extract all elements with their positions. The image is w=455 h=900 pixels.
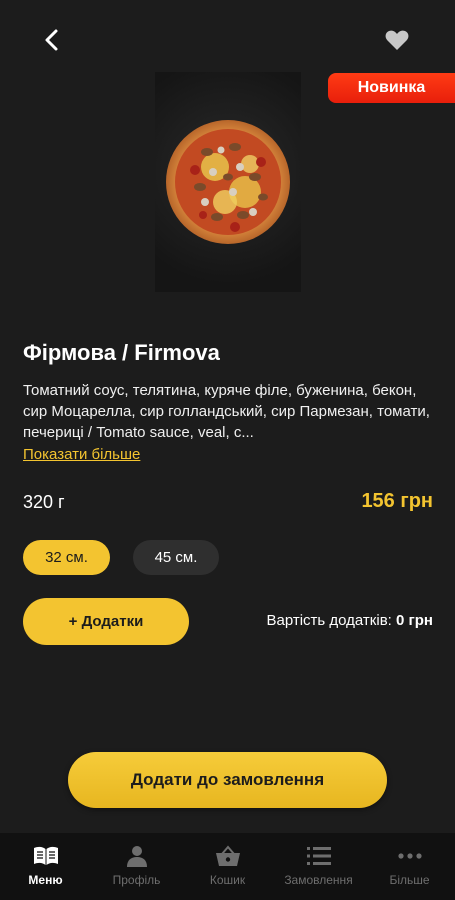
pizza-image [166, 120, 290, 244]
nav-label-menu: Меню [28, 873, 63, 887]
size-option-32[interactable]: 32 см. [23, 540, 110, 575]
back-button[interactable] [34, 22, 70, 58]
product-price: 156 грн [361, 490, 433, 512]
size-option-45[interactable]: 45 см. [133, 540, 219, 575]
nav-item-menu[interactable]: Меню [0, 833, 91, 900]
chevron-left-icon [45, 29, 58, 51]
addons-cost: Вартість додатків: 0 грн [266, 612, 433, 629]
nav-item-cart[interactable]: Кошик [182, 833, 273, 900]
product-image [155, 72, 301, 292]
add-to-order-button[interactable]: Додати до замовлення [68, 752, 387, 808]
bottom-nav: Меню Профіль Кошик Замовлення Більше [0, 833, 455, 900]
nav-label-cart: Кошик [209, 873, 246, 887]
basket-icon [214, 843, 242, 869]
favorite-button[interactable] [379, 22, 415, 58]
product-weight: 320 г [23, 492, 65, 512]
more-icon [396, 843, 424, 869]
nav-label-profile: Профіль [112, 873, 161, 887]
addons-button[interactable]: + Додатки [23, 598, 189, 645]
nav-item-profile[interactable]: Профіль [91, 833, 182, 900]
book-icon [32, 843, 60, 869]
person-icon [123, 843, 151, 869]
heart-icon [385, 30, 409, 50]
nav-item-orders[interactable]: Замовлення [273, 833, 364, 900]
new-badge: Новинка [328, 73, 455, 103]
nav-label-more: Більше [389, 873, 430, 887]
nav-item-more[interactable]: Більше [364, 833, 455, 900]
show-more-link[interactable]: Показати більше [23, 446, 140, 463]
addons-cost-value: 0 грн [396, 612, 433, 629]
list-icon [305, 843, 333, 869]
addons-cost-label: Вартість додатків: [266, 612, 392, 629]
product-title: Фірмова / Firmova [23, 340, 220, 365]
nav-label-orders: Замовлення [284, 873, 353, 887]
product-description: Томатний соус, телятина, куряче філе, бу… [23, 382, 430, 441]
